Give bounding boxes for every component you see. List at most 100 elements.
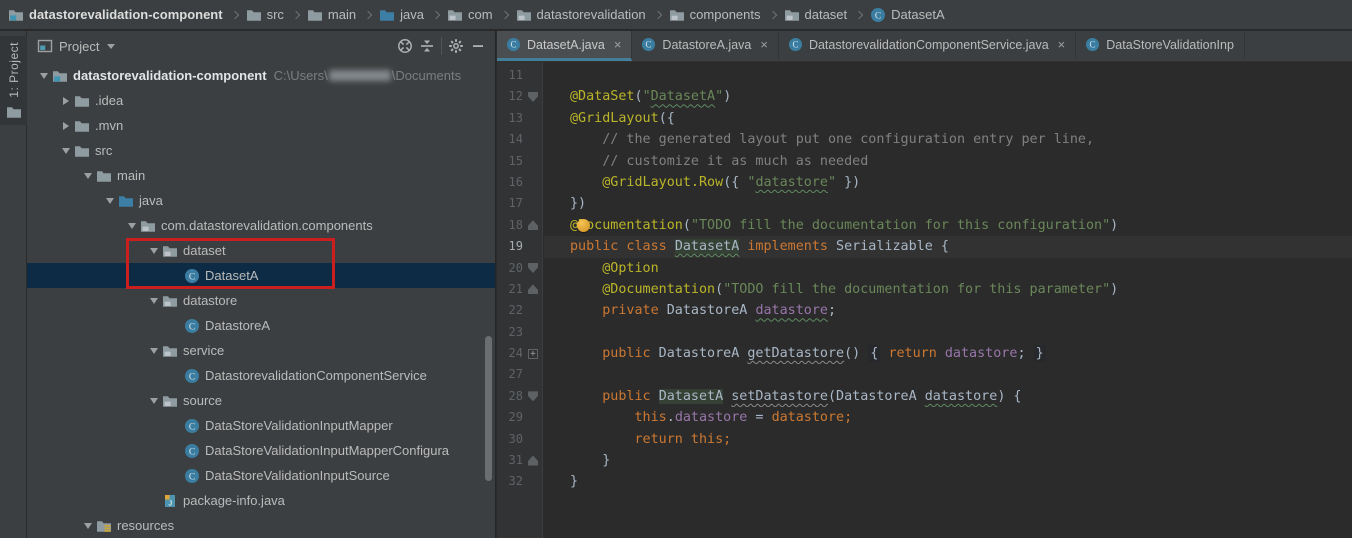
tree-item-label: java [139,193,163,208]
tab-datastorevalidationinp[interactable]: CDataStoreValidationInp [1076,31,1245,61]
fold-marker-icon[interactable] [523,343,544,364]
expand-arrow-icon[interactable] [145,348,162,354]
tree-item-dataset[interactable]: dataset [27,238,495,263]
svg-text:C: C [189,322,195,332]
code-text[interactable]: @Documentation("TODO fill the documentat… [544,215,1352,236]
tree-item-dataseta[interactable]: CDatasetA [27,263,495,288]
code-text[interactable]: @Documentation("TODO fill the documentat… [544,279,1352,300]
breadcrumb-item-datastorevalidation[interactable]: datastorevalidation [516,7,646,23]
code-text[interactable]: return this; [544,429,1352,450]
expand-arrow-icon[interactable] [145,248,162,254]
tree-item-datastorevalidationcomponentservice[interactable]: CDatastorevalidationComponentService [27,363,495,388]
project-panel-title[interactable]: Project [59,39,99,54]
tree-item-source[interactable]: source [27,388,495,413]
line-number: 27 [497,364,523,385]
fold-marker-icon[interactable] [523,86,544,107]
tree-item-datastorevalidationinputmapperconfigura[interactable]: CDataStoreValidationInputMapperConfigura [27,438,495,463]
collapse-all-icon[interactable] [416,35,438,57]
svg-text:C: C [189,272,195,282]
tab-datastorevalidationcomponentservice-java[interactable]: CDatastorevalidationComponentService.jav… [779,31,1076,61]
java-folder-icon [379,7,395,23]
close-icon[interactable]: × [760,38,768,51]
chevron-down-icon[interactable] [107,44,115,49]
breadcrumb-item-main[interactable]: main [307,7,356,23]
tree-item-package-info-java[interactable]: Jpackage-info.java [27,488,495,513]
code-line-32: 32} [497,471,1352,492]
tree-item-java[interactable]: java [27,188,495,213]
tree-item-datastorevalidationinputmapper[interactable]: CDataStoreValidationInputMapper [27,413,495,438]
fold-marker-icon[interactable] [523,386,544,407]
code-text[interactable]: @Option [544,258,1352,279]
expand-arrow-icon[interactable] [79,523,96,529]
breadcrumb-item-com[interactable]: com [447,7,493,23]
expand-arrow-icon[interactable] [101,198,118,204]
tab-dataseta-java[interactable]: CDatasetA.java× [497,31,632,61]
expand-arrow-icon[interactable] [35,73,52,79]
tree-item-main[interactable]: main [27,163,495,188]
breadcrumb-item-src[interactable]: src [246,7,284,23]
tab-datastorea-java[interactable]: CDatastoreA.java× [632,31,779,61]
tree-item-label: com.datastorevalidation.components [161,218,373,233]
breadcrumb-item-datastorevalidation-component[interactable]: datastorevalidation-component [8,7,223,23]
code-line-21: 21 @Documentation("TODO fill the documen… [497,279,1352,300]
code-text[interactable]: public class DatasetA implements Seriali… [544,236,1352,257]
code-line-19: 19public class DatasetA implements Seria… [497,236,1352,257]
breadcrumb-item-components[interactable]: components [669,7,761,23]
tree-item-resources[interactable]: resources [27,513,495,538]
code-text[interactable]: private DatastoreA datastore; [544,300,1352,321]
collapse-arrow-icon[interactable] [57,122,74,130]
expand-arrow-icon[interactable] [123,223,140,229]
expand-arrow-icon[interactable] [145,398,162,404]
tree-item-label: DataStoreValidationInputMapper [205,418,393,433]
hide-icon[interactable] [467,35,489,57]
class-icon: C [641,37,656,52]
project-tool-window: Project datastorevalidation-componentC:\… [27,31,496,538]
fold-marker-icon[interactable] [523,279,544,300]
code-text[interactable]: @DataSet("DatasetA") [544,86,1352,107]
settings-icon[interactable] [445,35,467,57]
locate-icon[interactable] [394,35,416,57]
intention-bulb-icon[interactable] [577,219,590,232]
fold-marker-icon[interactable] [523,450,544,471]
code-text[interactable]: this.datastore = datastore; [544,407,1352,428]
code-text[interactable]: public DatasetA setDatastore(DatastoreA … [544,386,1352,407]
code-text[interactable]: // the generated layout put one configur… [544,129,1352,150]
expand-arrow-icon[interactable] [57,148,74,154]
code-line-29: 29 this.datastore = datastore; [497,407,1352,428]
tree-item-datastorea[interactable]: CDatastoreA [27,313,495,338]
code-text[interactable]: // customize it as much as needed [544,151,1352,172]
code-text[interactable]: } [544,450,1352,471]
project-folder-icon [52,68,68,84]
fold-marker-icon[interactable] [523,215,544,236]
breadcrumb-item-dataset[interactable]: dataset [784,7,848,23]
tree-item--mvn[interactable]: .mvn [27,113,495,138]
code-text[interactable]: }) [544,193,1352,214]
code-text[interactable]: public DatastoreA getDatastore() { retur… [544,343,1352,364]
tool-window-button-project[interactable]: 1: Project [0,36,27,125]
close-icon[interactable]: × [1058,38,1066,51]
fold-marker-icon[interactable] [523,258,544,279]
editor-area: CDatasetA.java×CDatastoreA.java×CDatasto… [497,31,1352,538]
class-icon: C [184,443,200,459]
close-icon[interactable]: × [614,38,622,51]
tree-item-label: datastore [183,293,237,308]
tree-item-com-datastorevalidation-components[interactable]: com.datastorevalidation.components [27,213,495,238]
code-text[interactable]: @GridLayout.Row({ "datastore" }) [544,172,1352,193]
code-text[interactable]: } [544,471,1352,492]
tree-item-datastore[interactable]: datastore [27,288,495,313]
expand-arrow-icon[interactable] [79,173,96,179]
tree-item--idea[interactable]: .idea [27,88,495,113]
collapse-arrow-icon[interactable] [57,97,74,105]
tree-item-datastorevalidation-component[interactable]: datastorevalidation-componentC:\Users\\D… [27,63,495,88]
tree-item-service[interactable]: service [27,338,495,363]
code-text[interactable]: @GridLayout({ [544,108,1352,129]
tree-item-label: src [95,143,112,158]
expand-arrow-icon[interactable] [145,298,162,304]
breadcrumb-item-dataseta[interactable]: CDatasetA [870,7,944,23]
project-scrollbar-thumb[interactable] [485,336,492,481]
project-folder-icon [8,7,24,23]
tree-item-src[interactable]: src [27,138,495,163]
tree-item-datastorevalidationinputsource[interactable]: CDataStoreValidationInputSource [27,463,495,488]
breadcrumb-item-java[interactable]: java [379,7,424,23]
package-icon [162,293,178,309]
